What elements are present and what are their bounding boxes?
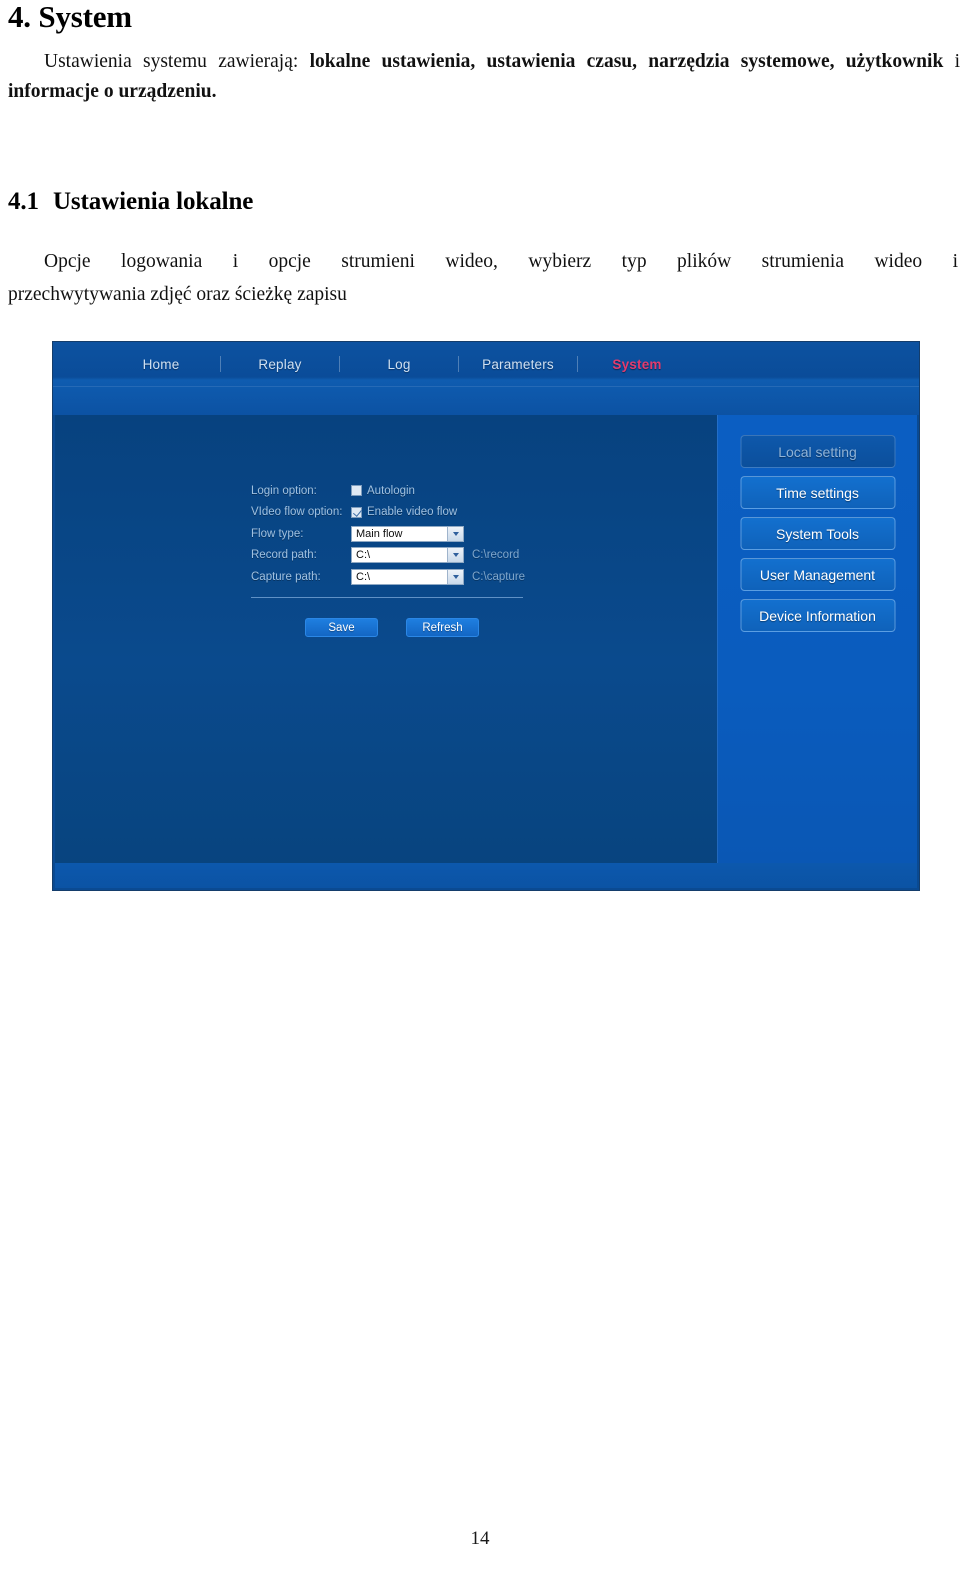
record-path-value: C:\ [356,549,371,562]
nav-item-replay[interactable]: Replay [228,357,332,372]
chevron-down-icon[interactable] [447,569,463,584]
form-row-video-flow-option: VIdeo flow option: Enable video flow [251,502,651,524]
embedded-app-screenshot: Home Replay Log Parameters System Login … [52,341,920,891]
flow-type-select[interactable]: Main flow [351,525,464,542]
section-number: 4.1 [8,188,39,215]
section-title: Ustawienia lokalne [52,188,254,215]
nav-separator [577,356,578,372]
page-number: 14 [470,1528,490,1549]
chevron-down-icon[interactable] [447,526,463,541]
side-menu-item-device-information[interactable]: Device Information [740,599,895,632]
nav-separator [220,356,221,372]
nav-item-log[interactable]: Log [347,357,451,372]
local-settings-form: Login option: Autologin VIdeo flow optio… [251,480,651,588]
capture-path-label: Capture path: [251,570,321,583]
record-path-select[interactable]: C:\ [351,547,464,564]
nav-separator [339,356,340,372]
side-menu-item-user-management[interactable]: User Management [740,558,895,591]
system-side-menu: Local setting Time settings System Tools… [740,435,895,632]
intro-prefix: Ustawienia systemu zawierają: [44,51,299,72]
capture-path-hint: C:\capture [472,570,526,583]
settings-content-pane: Login option: Autologin VIdeo flow optio… [55,415,717,863]
video-flow-option-label: VIdeo flow option: [251,506,343,519]
form-row-login-option: Login option: Autologin [251,480,651,502]
side-menu-item-time-settings[interactable]: Time settings [740,476,895,509]
nav-item-parameters[interactable]: Parameters [466,357,570,372]
main-navigation: Home Replay Log Parameters System [53,342,689,386]
nav-item-system[interactable]: System [585,357,689,372]
app-footer [55,863,917,888]
local-paragraph-line-2: przechwytywania zdjęć oraz ścieżkę zapis… [8,284,347,305]
intro-conjunction: i [954,51,960,72]
flow-type-value: Main flow [356,527,403,540]
chevron-down-icon[interactable] [447,548,463,563]
form-actions: Save Refresh [305,618,479,637]
record-path-hint: C:\record [472,549,520,562]
app-body: Login option: Autologin VIdeo flow optio… [55,415,917,863]
intro-bold-part-1: lokalne ustawienia, ustawienia czasu, na… [309,51,944,72]
local-paragraph-line-1-text: Opcje logowania i opcje strumieni wideo,… [44,251,958,272]
intro-paragraph: Ustawienia systemu zawierają: lokalne us… [8,47,960,107]
refresh-button[interactable]: Refresh [406,618,479,637]
form-divider [251,597,523,598]
local-paragraph-line-1: Opcje logowania i opcje strumieni wideo,… [8,245,958,278]
autologin-label: Autologin [367,484,415,497]
capture-path-select[interactable]: C:\ [351,568,464,585]
enable-video-flow-checkbox[interactable] [351,506,362,518]
autologin-checkbox[interactable] [351,485,362,497]
page-title: 4. System [8,0,132,34]
capture-path-value: C:\ [356,570,371,583]
flow-type-label: Flow type: [251,527,304,540]
form-row-capture-path: Capture path: C:\ C:\capture [251,566,651,588]
form-row-record-path: Record path: C:\ C:\record [251,545,651,567]
intro-bold-part-2: informacje o urządzeniu. [8,81,217,102]
login-option-label: Login option: [251,484,317,497]
side-menu-item-local-setting[interactable]: Local setting [740,435,895,468]
section-heading-4-1: 4.1 Ustawienia lokalne [8,188,253,216]
side-menu-item-system-tools[interactable]: System Tools [740,517,895,550]
local-settings-paragraph: Opcje logowania i opcje strumieni wideo,… [8,245,958,311]
nav-item-home[interactable]: Home [109,357,213,372]
enable-video-flow-label: Enable video flow [367,506,458,519]
app-header: Home Replay Log Parameters System [53,342,919,415]
save-button[interactable]: Save [305,618,378,637]
system-side-pane: Local setting Time settings System Tools… [717,415,917,863]
form-row-flow-type: Flow type: Main flow [251,523,651,545]
nav-separator [458,356,459,372]
record-path-label: Record path: [251,549,317,562]
